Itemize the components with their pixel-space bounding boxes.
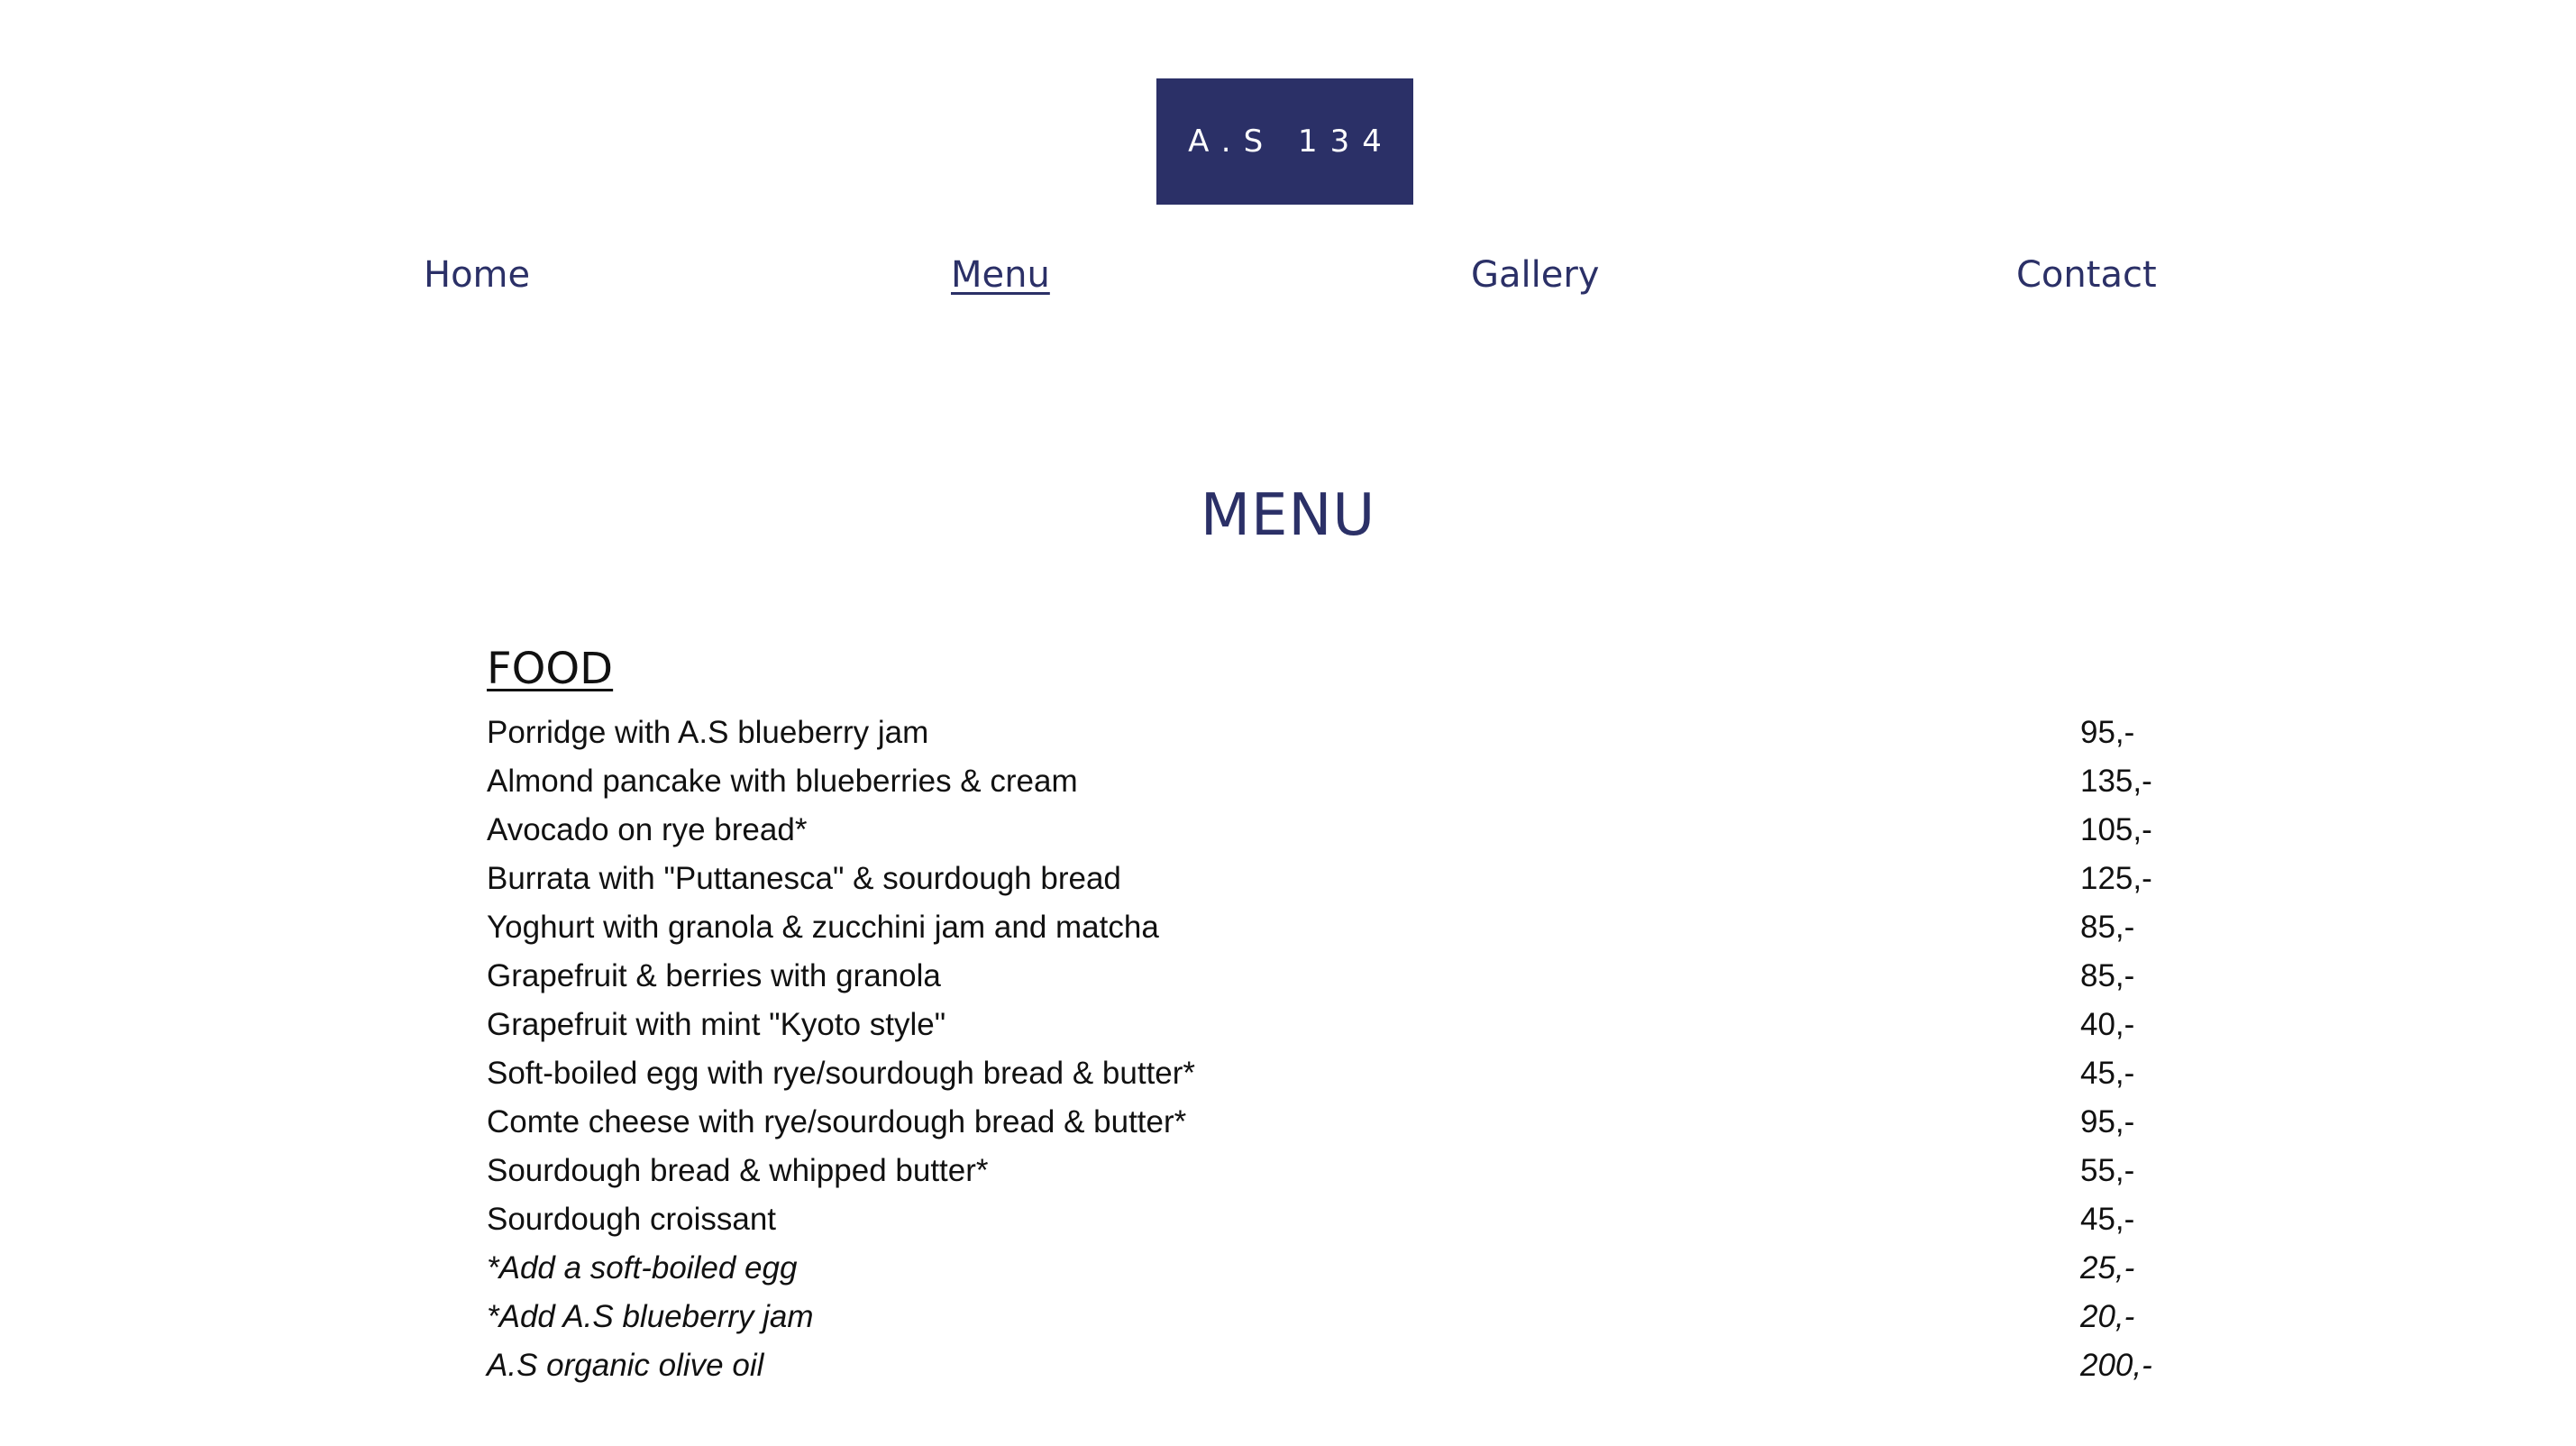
nav-gallery-link[interactable]: Gallery (1471, 254, 1599, 296)
page-title: MENU (1200, 482, 1376, 549)
logo[interactable]: A.S 134 (1156, 78, 1413, 205)
menu-item-price: 95,- (2080, 715, 2135, 750)
menu-item-name: A.S organic olive oil (487, 1348, 764, 1383)
menu-item-name: Comte cheese with rye/sourdough bread & … (487, 1104, 1187, 1139)
menu-addon-item: *Add a soft-boiled egg 25,- (487, 1250, 2163, 1299)
menu-item-name: Burrata with "Puttanesca" & sourdough br… (487, 861, 1121, 896)
menu-item-name: Avocado on rye bread* (487, 812, 808, 847)
menu-item-price: 20,- (2080, 1299, 2135, 1334)
menu-item: Sourdough croissant 45,- (487, 1202, 2163, 1250)
menu-addon-item: A.S organic olive oil 200,- (487, 1348, 2163, 1396)
menu-item: Burrata with "Puttanesca" & sourdough br… (487, 861, 2163, 910)
menu-item-name: Sourdough bread & whipped butter* (487, 1153, 989, 1188)
nav-home-link[interactable]: Home (424, 254, 530, 296)
menu-item: Avocado on rye bread* 105,- (487, 812, 2163, 861)
menu-item-name: Yoghurt with granola & zucchini jam and … (487, 910, 1159, 945)
menu-item: Soft-boiled egg with rye/sourdough bread… (487, 1056, 2163, 1104)
menu-item: Porridge with A.S blueberry jam 95,- (487, 715, 2163, 764)
menu-item-price: 85,- (2080, 910, 2135, 945)
menu-item-price: 85,- (2080, 958, 2135, 993)
menu-item: Sourdough bread & whipped butter* 55,- (487, 1153, 2163, 1202)
menu-addon-item: *Add A.S blueberry jam 20,- (487, 1299, 2163, 1348)
food-menu-list: Porridge with A.S blueberry jam 95,- Alm… (487, 715, 2163, 1396)
menu-item: Grapefruit & berries with granola 85,- (487, 958, 2163, 1007)
menu-item-price: 105,- (2080, 812, 2152, 847)
section-title-food: FOOD (487, 644, 614, 694)
nav-contact-link[interactable]: Contact (2016, 254, 2157, 296)
menu-item-price: 55,- (2080, 1153, 2135, 1188)
main-nav: Home Menu Gallery Contact (0, 254, 2576, 308)
menu-item-price: 95,- (2080, 1104, 2135, 1139)
menu-item-name: *Add a soft-boiled egg (487, 1250, 798, 1286)
menu-item-name: Porridge with A.S blueberry jam (487, 715, 929, 750)
menu-item: Comte cheese with rye/sourdough bread & … (487, 1104, 2163, 1153)
menu-item: Yoghurt with granola & zucchini jam and … (487, 910, 2163, 958)
menu-item-name: Almond pancake with blueberries & cream (487, 764, 1078, 799)
menu-item-price: 200,- (2080, 1348, 2152, 1383)
menu-item-price: 45,- (2080, 1202, 2135, 1237)
menu-item-price: 125,- (2080, 861, 2152, 896)
menu-item-name: Grapefruit & berries with granola (487, 958, 941, 993)
nav-menu-link[interactable]: Menu (951, 254, 1050, 296)
menu-item: Almond pancake with blueberries & cream … (487, 764, 2163, 812)
menu-item-name: Soft-boiled egg with rye/sourdough bread… (487, 1056, 1196, 1091)
menu-item-name: *Add A.S blueberry jam (487, 1299, 814, 1334)
menu-item-price: 40,- (2080, 1007, 2135, 1042)
menu-item-name: Sourdough croissant (487, 1202, 777, 1237)
menu-item-price: 135,- (2080, 764, 2152, 799)
menu-item-name: Grapefruit with mint "Kyoto style" (487, 1007, 946, 1042)
menu-item-price: 25,- (2080, 1250, 2135, 1286)
menu-item: Grapefruit with mint "Kyoto style" 40,- (487, 1007, 2163, 1056)
menu-item-price: 45,- (2080, 1056, 2135, 1091)
